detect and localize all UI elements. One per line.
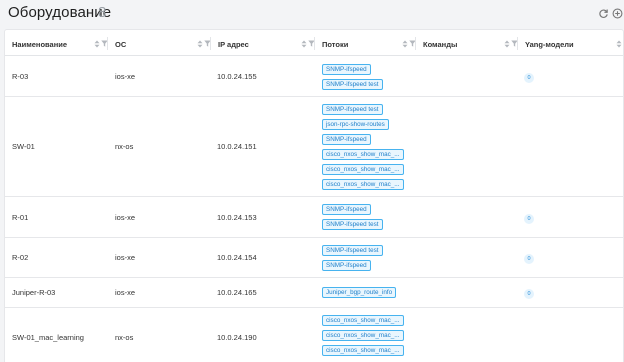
column-label: ОС — [115, 40, 127, 49]
column-header-yang-models[interactable]: Yang-модели — [517, 30, 623, 56]
column-divider — [107, 37, 108, 50]
page-header: Оборудование 8 — [0, 0, 624, 28]
column-label: IP адрес — [218, 40, 249, 49]
table-row[interactable]: R-03 ios-xe 10.0.24.155 SNMP-ifspeed SNMP-if… — [5, 57, 623, 97]
device-name: R-02 — [12, 253, 29, 262]
flow-tag[interactable]: json-rpc-show-routes — [322, 119, 389, 130]
flow-tag[interactable]: SNMP-ifspeed test — [322, 219, 383, 230]
table-row[interactable]: SW-01_mac_learning nx-os 10.0.24.190 cisco_… — [5, 308, 623, 362]
table-row[interactable]: SW-01 nx-os 10.0.24.151 SNMP-ifspeed test js… — [5, 97, 623, 197]
flow-tag[interactable]: SNMP-ifspeed — [322, 260, 371, 271]
column-label: Команды — [423, 40, 458, 49]
device-name: R-03 — [12, 72, 29, 81]
refresh-icon[interactable] — [598, 8, 609, 19]
table-header: Наименование ОС IP адрес Потоки Команды Yang-… — [5, 30, 623, 56]
device-ip: 10.0.24.151 — [217, 142, 257, 151]
device-os: ios-xe — [115, 72, 136, 81]
table-row[interactable]: Juniper-R-03 ios-xe 10.0.24.165 Juniper_bgp… — [5, 278, 623, 308]
device-ip: 10.0.24.155 — [217, 72, 257, 81]
flow-tag[interactable]: Juniper_bgp_route_info — [322, 287, 397, 298]
device-ip: 10.0.24.190 — [217, 333, 257, 342]
device-os: ios-xe — [115, 288, 136, 297]
column-label: Потоки — [322, 40, 349, 49]
column-header-os[interactable]: ОС — [107, 30, 211, 56]
yang-count-badge: 0 — [524, 214, 534, 224]
flow-tag[interactable]: cisco_nxos_show_mac_... — [322, 179, 404, 190]
flow-tag[interactable]: SNMP-ifspeed — [322, 64, 371, 75]
device-name: SW-01_mac_learning — [12, 333, 84, 342]
flow-tag[interactable]: SNMP-ifspeed — [322, 204, 371, 215]
table-row[interactable]: R-01 ios-xe 10.0.24.153 SNMP-ifspeed SNMP-if… — [5, 197, 623, 238]
device-os: nx-os — [115, 142, 134, 151]
flow-tag[interactable]: cisco_nxos_show_mac_... — [322, 149, 404, 160]
device-ip: 10.0.24.165 — [217, 288, 257, 297]
yang-count-badge: 0 — [524, 289, 534, 299]
sort-icon[interactable] — [616, 40, 622, 48]
flow-tag[interactable]: cisco_nxos_show_mac_... — [322, 164, 404, 175]
table-row[interactable]: R-02 ios-xe 10.0.24.154 SNMP-ifspeed test SN… — [5, 238, 623, 278]
flow-tag[interactable]: cisco_nxos_show_mac_... — [322, 330, 404, 341]
column-divider — [210, 37, 211, 50]
column-label: Yang-модели — [525, 40, 574, 49]
device-name: R-01 — [12, 213, 29, 222]
column-divider — [517, 37, 518, 50]
flow-tag[interactable]: SNMP-ifspeed test — [322, 245, 383, 256]
flow-tag[interactable]: SNMP-ifspeed test — [322, 79, 383, 90]
flow-tag[interactable]: SNMP-ifspeed test — [322, 104, 383, 115]
equipment-count: 8 — [98, 4, 107, 21]
add-circle-icon[interactable] — [612, 8, 623, 19]
yang-count-badge: 0 — [524, 254, 534, 264]
device-ip: 10.0.24.154 — [217, 253, 257, 262]
device-name: SW-01 — [12, 142, 35, 151]
device-os: ios-xe — [115, 253, 136, 262]
column-label: Наименование — [12, 40, 68, 49]
sort-icon[interactable] — [197, 40, 203, 48]
equipment-table: Наименование ОС IP адрес Потоки Команды Yang-… — [4, 29, 624, 362]
flow-tag[interactable]: cisco_nxos_show_mac_... — [322, 345, 404, 356]
sort-icon[interactable] — [94, 40, 100, 48]
device-os: nx-os — [115, 333, 134, 342]
column-header-ip-address[interactable]: IP адрес — [210, 30, 315, 56]
sort-icon[interactable] — [504, 40, 510, 48]
device-name: Juniper-R-03 — [12, 288, 56, 297]
column-header-name[interactable]: Наименование — [5, 30, 108, 56]
flow-tag[interactable]: SNMP-ifspeed — [322, 134, 371, 145]
sort-icon[interactable] — [301, 40, 307, 48]
device-os: ios-xe — [115, 213, 136, 222]
column-divider — [314, 37, 315, 50]
sort-icon[interactable] — [402, 40, 408, 48]
flow-tag[interactable]: cisco_nxos_show_mac_... — [322, 315, 404, 326]
page-title: Оборудование — [8, 4, 112, 21]
column-header-flows[interactable]: Потоки — [314, 30, 416, 56]
column-header-commands[interactable]: Команды — [415, 30, 518, 56]
yang-count-badge: 0 — [524, 73, 534, 83]
device-ip: 10.0.24.153 — [217, 213, 257, 222]
column-divider — [415, 37, 416, 50]
